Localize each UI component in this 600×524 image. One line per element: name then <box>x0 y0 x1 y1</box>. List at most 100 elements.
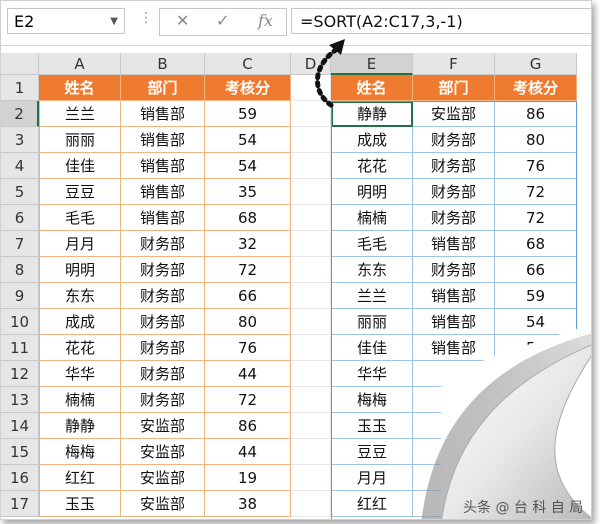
cell-F4[interactable]: 财务部 <box>413 153 495 179</box>
cell-A12[interactable]: 华华 <box>39 361 121 387</box>
select-all-corner[interactable] <box>1 53 39 75</box>
header-cell-G[interactable]: 考核分 <box>495 75 577 101</box>
row-header-17[interactable]: 17 <box>1 491 39 517</box>
cell-C9[interactable]: 66 <box>205 283 291 309</box>
cell-B9[interactable]: 财务部 <box>121 283 205 309</box>
chevron-down-icon[interactable]: ▼ <box>110 9 118 35</box>
cell-E13[interactable]: 梅梅 <box>331 387 413 413</box>
row-header-12[interactable]: 12 <box>1 361 39 387</box>
cell-D6[interactable] <box>291 205 331 231</box>
row-header-14[interactable]: 14 <box>1 413 39 439</box>
cell-G3[interactable]: 80 <box>495 127 577 153</box>
column-header-C[interactable]: C <box>205 53 291 75</box>
cell-E16[interactable]: 月月 <box>331 465 413 491</box>
column-header-A[interactable]: A <box>39 53 121 75</box>
column-header-B[interactable]: B <box>121 53 205 75</box>
cell-G5[interactable]: 72 <box>495 179 577 205</box>
cell-G15[interactable] <box>495 439 577 465</box>
cell-E10[interactable]: 丽丽 <box>331 309 413 335</box>
cell-F7[interactable]: 销售部 <box>413 231 495 257</box>
cell-F13[interactable] <box>413 387 495 413</box>
cell-C14[interactable]: 86 <box>205 413 291 439</box>
row-header-13[interactable]: 13 <box>1 387 39 413</box>
row-header-8[interactable]: 8 <box>1 257 39 283</box>
cell-F14[interactable] <box>413 413 495 439</box>
cell-C16[interactable]: 19 <box>205 465 291 491</box>
cell-G9[interactable]: 59 <box>495 283 577 309</box>
cell-E6[interactable]: 楠楠 <box>331 205 413 231</box>
header-cell-E[interactable]: 姓名 <box>331 75 413 101</box>
cell-B11[interactable]: 财务部 <box>121 335 205 361</box>
cell-B14[interactable]: 安监部 <box>121 413 205 439</box>
cell-B3[interactable]: 销售部 <box>121 127 205 153</box>
column-header-E[interactable]: E <box>331 53 413 75</box>
cell-G8[interactable]: 66 <box>495 257 577 283</box>
cell-D8[interactable] <box>291 257 331 283</box>
cell-B8[interactable]: 财务部 <box>121 257 205 283</box>
formula-input[interactable]: =SORT(A2:C17,3,-1) <box>291 8 591 34</box>
cell-A17[interactable]: 玉玉 <box>39 491 121 517</box>
cell-B16[interactable]: 安监部 <box>121 465 205 491</box>
cell-E8[interactable]: 东东 <box>331 257 413 283</box>
cell-B4[interactable]: 销售部 <box>121 153 205 179</box>
row-header-9[interactable]: 9 <box>1 283 39 309</box>
fx-icon[interactable]: fx <box>258 11 273 30</box>
cell-D11[interactable] <box>291 335 331 361</box>
cell-D15[interactable] <box>291 439 331 465</box>
cell-D3[interactable] <box>291 127 331 153</box>
cell-C11[interactable]: 76 <box>205 335 291 361</box>
cell-D5[interactable] <box>291 179 331 205</box>
cell-A11[interactable]: 花花 <box>39 335 121 361</box>
cell-D13[interactable] <box>291 387 331 413</box>
cell-A3[interactable]: 丽丽 <box>39 127 121 153</box>
cell-D9[interactable] <box>291 283 331 309</box>
cancel-icon[interactable]: ✕ <box>176 11 189 30</box>
cell-D4[interactable] <box>291 153 331 179</box>
cell-C12[interactable]: 44 <box>205 361 291 387</box>
cell-A6[interactable]: 毛毛 <box>39 205 121 231</box>
cell-G6[interactable]: 72 <box>495 205 577 231</box>
cell-F11[interactable]: 销售部 <box>413 335 495 361</box>
cell-G14[interactable] <box>495 413 577 439</box>
header-cell-C[interactable]: 考核分 <box>205 75 291 101</box>
cell-F2[interactable]: 安监部 <box>413 101 495 127</box>
name-box[interactable]: E2 ▼ <box>7 8 125 34</box>
cell-A7[interactable]: 月月 <box>39 231 121 257</box>
cell-F3[interactable]: 财务部 <box>413 127 495 153</box>
row-header-2[interactable]: 2 <box>1 101 39 127</box>
cell-D1[interactable] <box>291 75 331 101</box>
cell-G13[interactable] <box>495 387 577 413</box>
cell-B17[interactable]: 安监部 <box>121 491 205 517</box>
more-dots-icon[interactable]: ⋮ <box>139 10 153 26</box>
row-header-3[interactable]: 3 <box>1 127 39 153</box>
row-header-15[interactable]: 15 <box>1 439 39 465</box>
cell-F16[interactable]: 贝 <box>413 465 495 491</box>
cell-D14[interactable] <box>291 413 331 439</box>
cell-G16[interactable] <box>495 465 577 491</box>
cell-A9[interactable]: 东东 <box>39 283 121 309</box>
row-header-16[interactable]: 16 <box>1 465 39 491</box>
cell-E5[interactable]: 明明 <box>331 179 413 205</box>
cell-F6[interactable]: 财务部 <box>413 205 495 231</box>
cell-G10[interactable]: 54 <box>495 309 577 335</box>
cell-E3[interactable]: 成成 <box>331 127 413 153</box>
cell-F8[interactable]: 财务部 <box>413 257 495 283</box>
cell-C8[interactable]: 72 <box>205 257 291 283</box>
cell-F5[interactable]: 财务部 <box>413 179 495 205</box>
cell-C3[interactable]: 54 <box>205 127 291 153</box>
row-header-1[interactable]: 1 <box>1 75 39 101</box>
cell-A10[interactable]: 成成 <box>39 309 121 335</box>
cell-C13[interactable]: 72 <box>205 387 291 413</box>
cell-B6[interactable]: 销售部 <box>121 205 205 231</box>
cell-A13[interactable]: 楠楠 <box>39 387 121 413</box>
cell-C2[interactable]: 59 <box>205 101 291 127</box>
row-header-5[interactable]: 5 <box>1 179 39 205</box>
cell-E7[interactable]: 毛毛 <box>331 231 413 257</box>
check-icon[interactable]: ✓ <box>216 11 229 30</box>
cell-C5[interactable]: 35 <box>205 179 291 205</box>
cell-G12[interactable] <box>495 361 577 387</box>
cell-C4[interactable]: 54 <box>205 153 291 179</box>
cell-A14[interactable]: 静静 <box>39 413 121 439</box>
cell-A8[interactable]: 明明 <box>39 257 121 283</box>
row-header-7[interactable]: 7 <box>1 231 39 257</box>
